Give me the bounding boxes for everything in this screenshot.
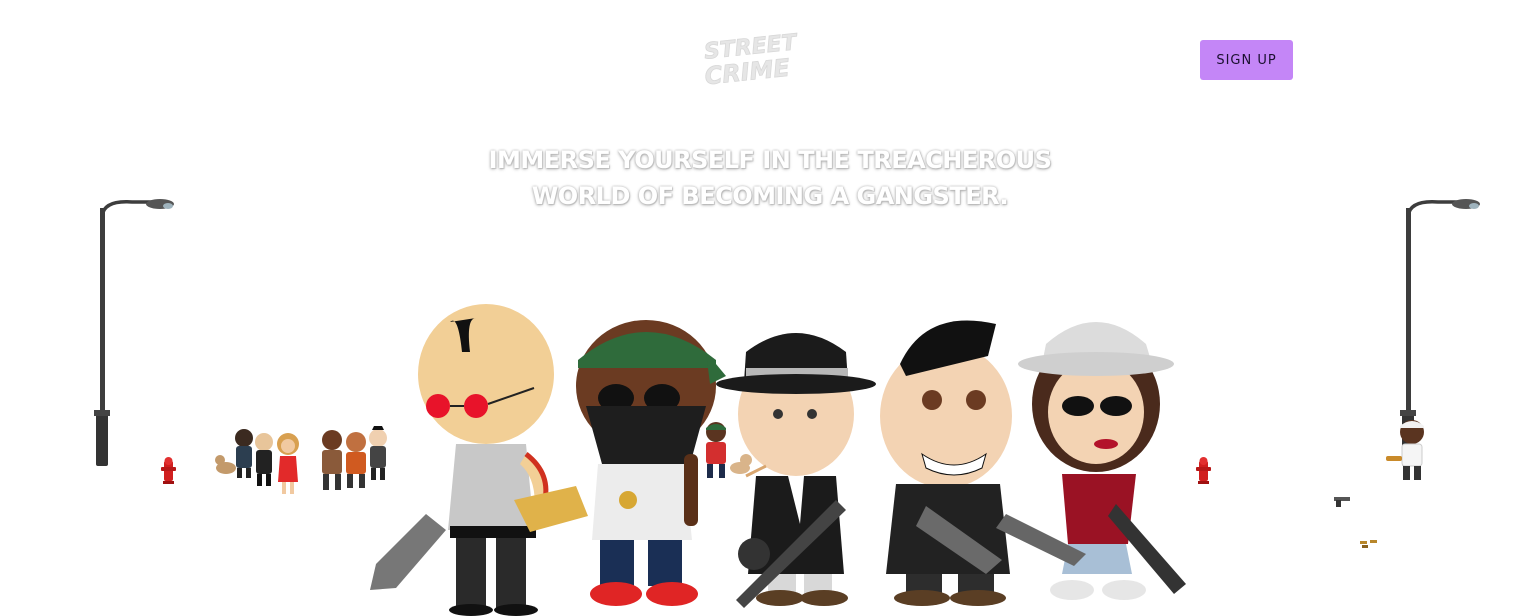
main-characters-illustration [366, 304, 1196, 616]
hero-tagline: IMMERSE YOURSELF IN THE TREACHEROUS WORL… [420, 142, 1120, 214]
bullets-icon [1358, 538, 1382, 550]
fedora-gangster-character [716, 333, 876, 608]
street-lamp-icon [92, 196, 178, 470]
tagline-line-1: IMMERSE YOURSELF IN THE TREACHEROUS [488, 146, 1052, 174]
landing-page: STREET CRIME SIGN UP IMMERSE YOURSELF IN… [0, 0, 1517, 616]
bald-gangster-character [370, 304, 554, 616]
fire-hydrant-icon [1196, 455, 1211, 485]
woman-gangster-character [996, 322, 1186, 600]
fire-hydrant-icon [161, 455, 176, 485]
character-small-right [1386, 416, 1438, 486]
sign-up-button[interactable]: SIGN UP [1200, 40, 1293, 80]
street-crime-logo[interactable]: STREET CRIME [690, 30, 812, 91]
pompadour-gangster-character [880, 320, 1012, 606]
pistol-icon [1332, 494, 1352, 508]
tagline-line-2: WORLD OF BECOMING A GANGSTER. [531, 182, 1009, 210]
